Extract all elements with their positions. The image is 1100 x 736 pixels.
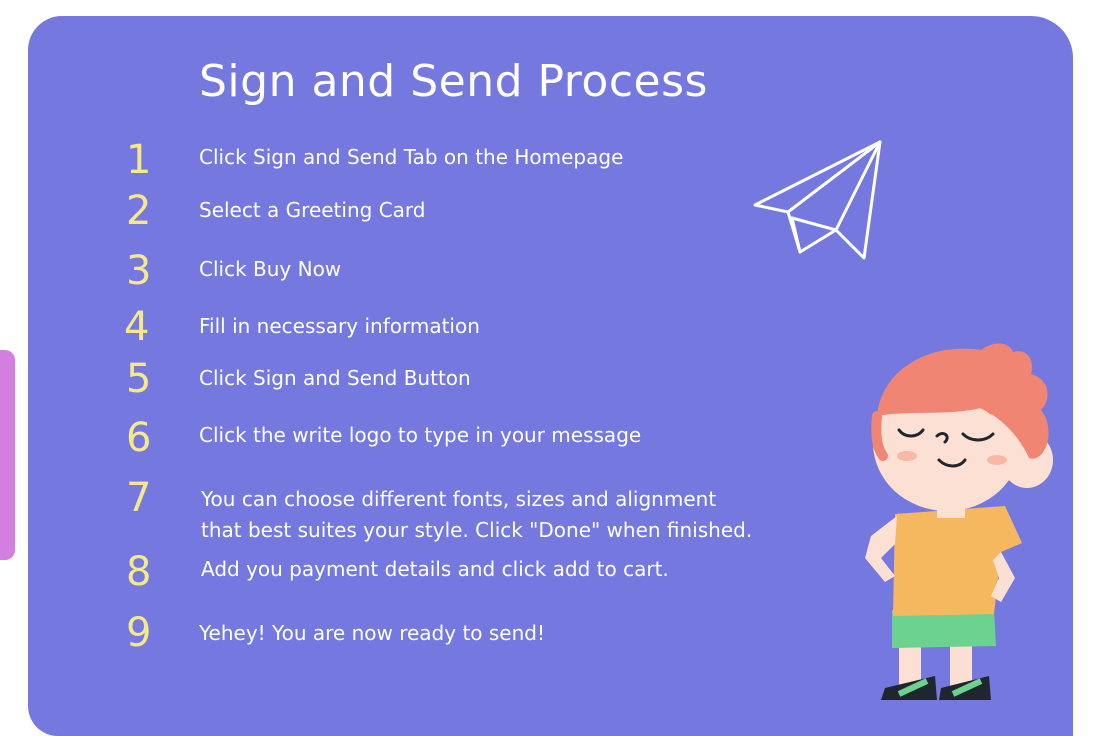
page-title: Sign and Send Process [199,56,708,107]
boy-illustration [865,343,1053,700]
boy-left-arm [865,516,897,582]
step-number-8: 8 [126,549,152,595]
step-text-1: Click Sign and Send Tab on the Homepage [199,145,624,169]
step-number-5: 5 [126,356,152,402]
step-text-7-line-1: You can choose different fonts, sizes an… [201,487,717,511]
step-text-2: Select a Greeting Card [199,198,426,222]
step-number-4: 4 [124,304,150,350]
step-text-7: You can choose different fonts, sizes an… [201,484,752,546]
step-text-4: Fill in necessary information [199,314,480,338]
step-number-2: 2 [126,188,152,234]
step-text-7-line-2: that best suites your style. Click "Done… [201,518,753,542]
step-number-6: 6 [126,415,152,461]
side-tab[interactable] [0,350,15,560]
paper-plane-icon [753,140,882,260]
step-number-1: 1 [126,137,152,183]
step-text-9: Yehey! You are now ready to send! [199,621,545,645]
step-number-3: 3 [126,248,152,294]
step-text-8: Add you payment details and click add to… [201,557,669,581]
step-text-5: Click Sign and Send Button [199,366,471,390]
step-number-7: 7 [126,475,152,521]
step-text-6: Click the write logo to type in your mes… [199,423,642,447]
step-text-3: Click Buy Now [199,257,342,281]
step-number-9: 9 [126,610,152,656]
